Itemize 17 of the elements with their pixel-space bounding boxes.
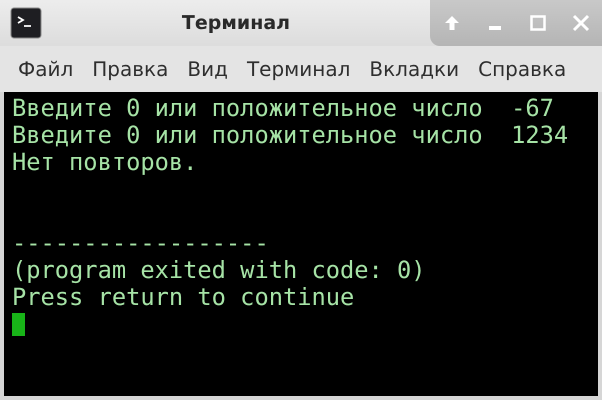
menu-item[interactable]: Вид	[179, 57, 239, 81]
terminal-line: (program exited with code: 0)	[12, 257, 427, 284]
terminal-line: Введите 0 или положительное число -67	[12, 95, 555, 122]
menu-item[interactable]: Терминал	[238, 57, 362, 81]
terminal-line: Нет повторов.	[12, 149, 198, 176]
terminal-line: ------------------	[12, 230, 270, 257]
terminal-app-icon	[10, 7, 42, 39]
menu-item[interactable]: Справка	[470, 57, 578, 81]
terminal-line: Введите 0 или положительное число 1234	[12, 122, 570, 149]
text-cursor	[12, 313, 25, 336]
menu-item[interactable]: Файл	[10, 57, 84, 81]
close-icon[interactable]	[570, 13, 590, 33]
menu-item[interactable]: Правка	[84, 57, 180, 81]
maximize-icon[interactable]	[528, 13, 548, 33]
menu-item[interactable]: Вкладки	[361, 57, 470, 81]
window-title: Терминал	[182, 12, 290, 34]
terminal-line: Press return to continue	[12, 284, 356, 311]
